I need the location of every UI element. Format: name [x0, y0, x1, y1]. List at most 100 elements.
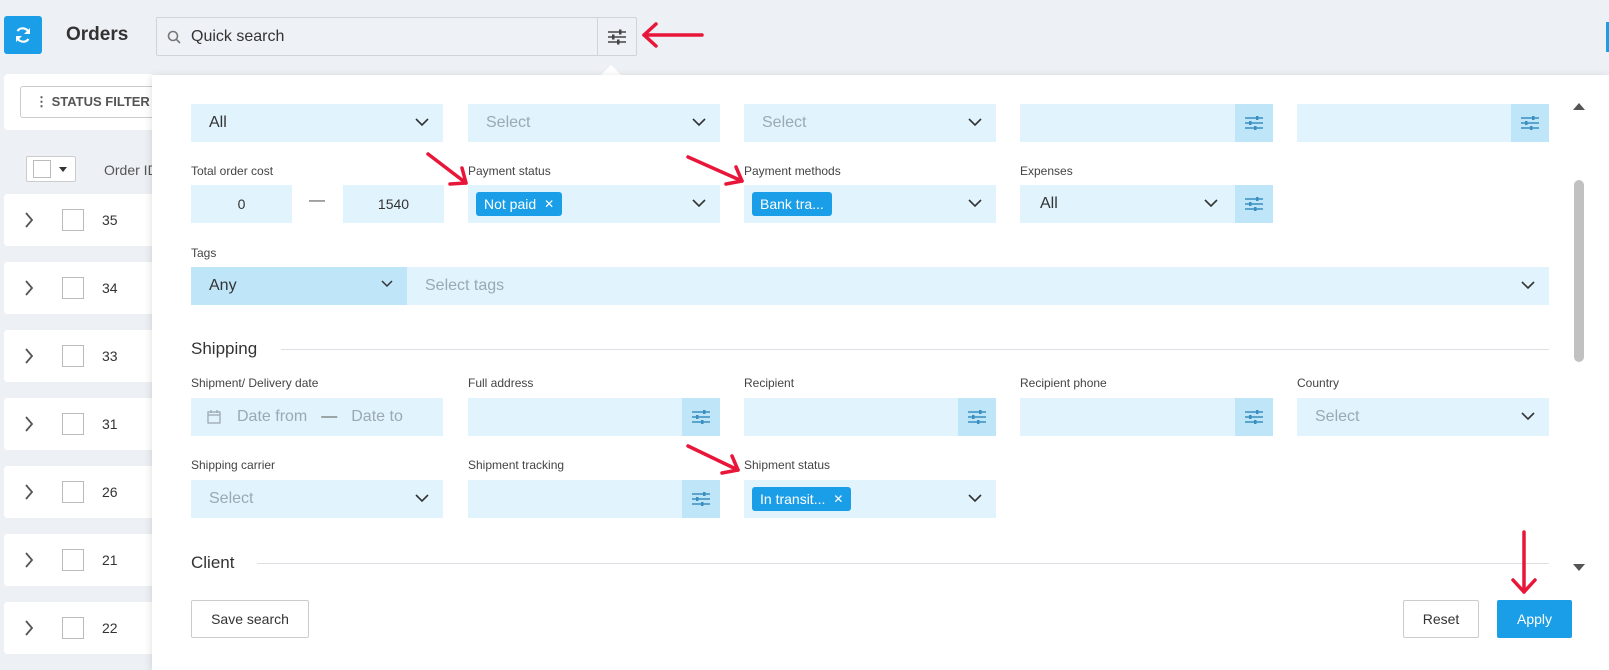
sliders-icon[interactable]: [1511, 104, 1549, 142]
table-row[interactable]: 34: [4, 262, 154, 314]
payment-methods-select[interactable]: Bank tra...: [744, 185, 996, 223]
table-row[interactable]: 31: [4, 398, 154, 450]
chevron-right-icon[interactable]: [4, 620, 54, 636]
delivery-date-range[interactable]: Date from — Date to: [191, 398, 443, 436]
row-checkbox[interactable]: [62, 209, 84, 231]
sliders-icon[interactable]: [682, 480, 720, 518]
save-search-button[interactable]: Save search: [191, 600, 309, 638]
table-row[interactable]: 33: [4, 330, 154, 382]
table-row[interactable]: 22: [4, 602, 154, 654]
row-checkbox[interactable]: [62, 617, 84, 639]
sliders-icon[interactable]: [682, 398, 720, 436]
row-checkbox[interactable]: [62, 413, 84, 435]
tag-label: Bank tra...: [760, 196, 824, 212]
payment-status-select[interactable]: Not paid ✕: [468, 185, 720, 223]
scroll-up-icon[interactable]: [1572, 101, 1586, 111]
column-header-order-id[interactable]: Order ID: [104, 162, 158, 178]
quick-search[interactable]: [156, 17, 637, 56]
range-separator: —: [309, 192, 325, 209]
refresh-icon: [15, 27, 31, 43]
shipping-section-title: Shipping: [191, 339, 258, 358]
close-icon[interactable]: ✕: [833, 492, 843, 506]
dropdown-placeholder: Select: [1315, 408, 1360, 425]
country-select[interactable]: Select: [1297, 398, 1549, 436]
payment-method-tag[interactable]: Bank tra...: [752, 192, 832, 216]
expenses-label: Expenses: [1020, 164, 1073, 178]
filter-dropdown-all[interactable]: All: [191, 104, 443, 142]
payment-methods-label: Payment methods: [744, 164, 841, 178]
chevron-right-icon[interactable]: [4, 484, 54, 500]
shipping-carrier-select[interactable]: Select: [191, 480, 443, 518]
filter-text-field-a[interactable]: [1020, 104, 1273, 142]
chevron-down-icon: [968, 494, 982, 503]
dropdown-value: Any: [209, 277, 237, 294]
chevron-down-icon: [968, 118, 982, 127]
row-checkbox[interactable]: [62, 549, 84, 571]
full-address-input[interactable]: [468, 398, 720, 436]
sliders-icon: [608, 29, 626, 44]
sliders-icon[interactable]: [1235, 185, 1273, 223]
chevron-right-icon[interactable]: [4, 280, 54, 296]
scrollbar-thumb[interactable]: [1574, 180, 1584, 362]
chevron-right-icon[interactable]: [4, 212, 54, 228]
tags-mode-select[interactable]: Any: [191, 267, 407, 305]
refresh-app-button[interactable]: [4, 16, 42, 54]
shipment-status-select[interactable]: In transit... ✕: [744, 480, 996, 518]
total-cost-max-input[interactable]: 1540: [343, 185, 444, 223]
sliders-icon[interactable]: [1235, 104, 1273, 142]
row-checkbox[interactable]: [62, 481, 84, 503]
row-checkbox[interactable]: [62, 345, 84, 367]
shipment-tracking-input[interactable]: [468, 480, 720, 518]
payment-status-tag[interactable]: Not paid ✕: [476, 192, 563, 216]
table-row[interactable]: 21: [4, 534, 154, 586]
select-all-checkbox[interactable]: [33, 160, 51, 178]
recipient-input[interactable]: [744, 398, 996, 436]
dropdown-placeholder: Select: [209, 490, 254, 507]
chevron-right-icon[interactable]: [4, 348, 54, 364]
chevron-down-icon: [1204, 199, 1218, 208]
recipient-phone-input[interactable]: [1020, 398, 1273, 436]
caret-down-icon: [59, 166, 67, 172]
chevron-down-icon: [1521, 281, 1535, 290]
chevron-down-icon: [692, 199, 706, 208]
status-filter-button[interactable]: ⋮ STATUS FILTER: [20, 86, 160, 118]
sliders-icon[interactable]: [958, 398, 996, 436]
filter-text-field-b[interactable]: [1297, 104, 1549, 142]
range-separator: —: [321, 408, 338, 425]
filter-dropdown-select-b[interactable]: Select: [744, 104, 996, 142]
client-section-title: Client: [191, 553, 235, 572]
chevron-down-icon: [1521, 412, 1535, 421]
sliders-icon[interactable]: [1235, 398, 1273, 436]
shipping-carrier-label: Shipping carrier: [191, 458, 276, 472]
calendar-icon: [207, 410, 221, 424]
scroll-down-icon[interactable]: [1572, 563, 1586, 573]
date-from-input[interactable]: Date from: [237, 408, 307, 426]
shipment-status-tag[interactable]: In transit... ✕: [752, 487, 852, 511]
chevron-right-icon[interactable]: [4, 552, 54, 568]
annotation-arrow-icon: [642, 22, 704, 48]
expenses-select[interactable]: All: [1020, 185, 1273, 223]
delivery-date-label: Shipment/ Delivery date: [191, 376, 319, 390]
chevron-down-icon: [968, 199, 982, 208]
chevron-right-icon[interactable]: [4, 416, 54, 432]
date-to-input[interactable]: Date to: [351, 408, 403, 426]
shipment-tracking-label: Shipment tracking: [468, 458, 565, 472]
table-row[interactable]: 35: [4, 194, 154, 246]
chevron-down-icon: [415, 118, 429, 127]
advanced-filter-button[interactable]: [597, 18, 636, 55]
reset-button[interactable]: Reset: [1403, 600, 1479, 638]
filter-dropdown-select-a[interactable]: Select: [468, 104, 720, 142]
close-icon[interactable]: ✕: [544, 197, 554, 211]
select-all-dropdown[interactable]: [26, 156, 76, 182]
apply-button[interactable]: Apply: [1497, 600, 1572, 638]
table-row[interactable]: 26: [4, 466, 154, 518]
search-input[interactable]: [191, 18, 591, 55]
recipient-label: Recipient: [744, 376, 795, 390]
tags-select[interactable]: Select tags: [407, 267, 1549, 305]
row-checkbox[interactable]: [62, 277, 84, 299]
dropdown-placeholder: Select: [486, 114, 531, 131]
chevron-down-icon: [381, 280, 393, 288]
tags-label: Tags: [191, 246, 217, 260]
total-order-cost-label: Total order cost: [191, 164, 274, 178]
total-cost-min-input[interactable]: 0: [191, 185, 292, 223]
